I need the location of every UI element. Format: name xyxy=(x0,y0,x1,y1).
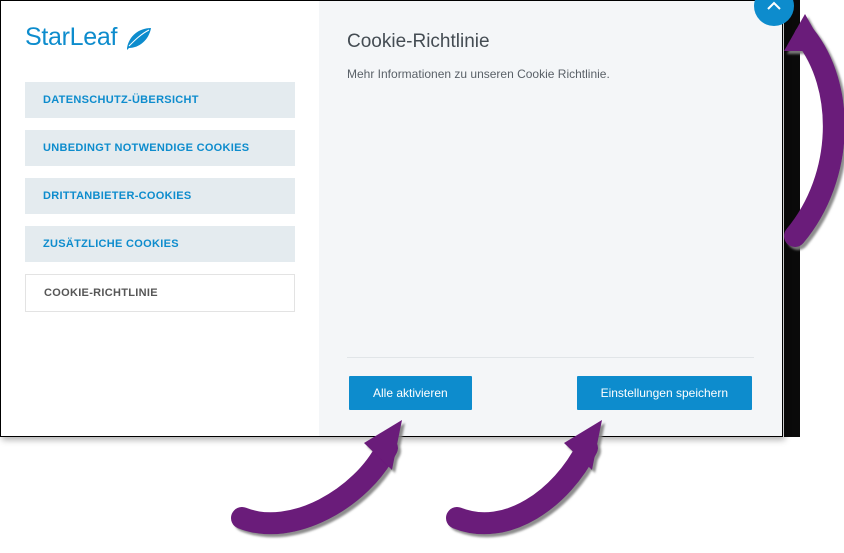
sidebar-item-additional-cookies[interactable]: ZUSÄTZLICHE COOKIES xyxy=(25,226,295,262)
cookie-settings-dialog: StarLeaf DATENSCHUTZ-ÜBERSICHT UNBEDINGT… xyxy=(0,0,783,437)
backdrop-strip xyxy=(784,0,800,437)
panel-title: Cookie-Richtlinie xyxy=(347,31,754,53)
nav-list: DATENSCHUTZ-ÜBERSICHT UNBEDINGT NOTWENDI… xyxy=(25,82,295,312)
logo-text: StarLeaf xyxy=(25,23,117,52)
sidebar: StarLeaf DATENSCHUTZ-ÜBERSICHT UNBEDINGT… xyxy=(1,1,319,436)
sidebar-item-thirdparty-cookies[interactable]: DRITTANBIETER-COOKIES xyxy=(25,178,295,214)
sidebar-item-label: DATENSCHUTZ-ÜBERSICHT xyxy=(43,94,199,106)
sidebar-item-label: UNBEDINGT NOTWENDIGE COOKIES xyxy=(43,142,249,154)
leaf-icon xyxy=(123,24,153,52)
sidebar-item-privacy-overview[interactable]: DATENSCHUTZ-ÜBERSICHT xyxy=(25,82,295,118)
sidebar-item-label: COOKIE-RICHTLINIE xyxy=(44,287,158,299)
sidebar-item-necessary-cookies[interactable]: UNBEDINGT NOTWENDIGE COOKIES xyxy=(25,130,295,166)
panel-description: Mehr Informationen zu unseren Cookie Ric… xyxy=(347,67,754,81)
main-panel: Cookie-Richtlinie Mehr Informationen zu … xyxy=(319,1,782,436)
sidebar-item-cookie-policy[interactable]: COOKIE-RICHTLINIE xyxy=(25,274,295,312)
chevron-up-icon xyxy=(766,1,782,11)
sidebar-item-label: DRITTANBIETER-COOKIES xyxy=(43,190,191,202)
logo: StarLeaf xyxy=(25,23,295,52)
divider xyxy=(347,357,754,358)
sidebar-item-label: ZUSÄTZLICHE COOKIES xyxy=(43,238,179,250)
button-row: Alle aktivieren Einstellungen speichern xyxy=(347,376,754,416)
enable-all-button[interactable]: Alle aktivieren xyxy=(349,376,472,410)
save-settings-button[interactable]: Einstellungen speichern xyxy=(577,376,752,410)
